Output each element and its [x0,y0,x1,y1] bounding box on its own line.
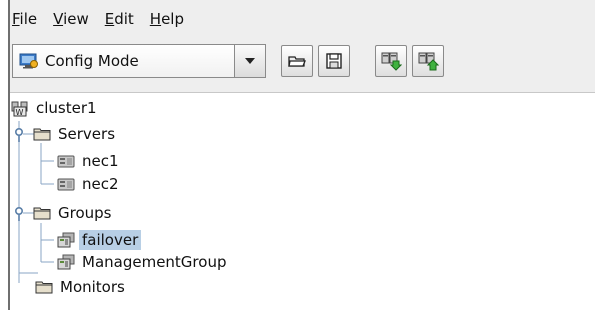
server-icon [56,152,76,170]
config-mode-icon [19,53,39,69]
toolbar: Config Mode [10,44,595,78]
menu-file-rest: ile [19,10,38,28]
menu-edit[interactable]: Edit [105,10,134,28]
tree-node-groups[interactable]: Groups [10,202,114,224]
svg-text:W: W [16,108,24,117]
mode-combobox-text: Config Mode [45,52,139,70]
folder-icon [32,125,52,143]
menu-view[interactable]: View [53,10,89,28]
menu-help[interactable]: Help [150,10,184,28]
open-folder-icon [288,56,306,67]
menu-file-mnemonic: F [12,10,20,28]
tree-node-monitors[interactable]: Monitors [34,276,128,298]
folder-icon [34,278,54,296]
menu-help-rest: elp [161,10,184,28]
save-icon [326,53,342,69]
group-management-label: ManagementGroup [82,253,227,271]
open-button[interactable] [281,45,313,77]
tree-node-server-nec1[interactable]: nec1 [56,150,122,172]
mode-combobox-value-area[interactable]: Config Mode [13,45,235,77]
download-servers-icon [381,52,402,71]
expanded-handle-icon [10,125,30,143]
menu-help-mnemonic: H [149,10,162,28]
mode-dropdown-arrow[interactable] [235,45,265,77]
tree-node-cluster[interactable]: W cluster1 [10,97,100,119]
download-config-button[interactable] [375,45,407,77]
cluster-tree: W cluster1 Servers nec1 nec2 Groups fail… [10,93,595,310]
menu-file[interactable]: File [12,10,37,28]
monitors-label: Monitors [60,278,125,296]
triangle-down-icon [245,58,255,64]
menu-edit-mnemonic: E [104,10,115,28]
mode-combobox[interactable]: Config Mode [12,44,266,78]
expanded-handle-icon [10,204,30,222]
cluster-icon: W [10,99,30,117]
group-icon [56,231,76,249]
menu-view-mnemonic: V [53,10,64,28]
save-button[interactable] [318,45,350,77]
upload-servers-icon [418,52,439,71]
server-nec2-label: nec2 [82,175,119,193]
folder-icon [32,204,52,222]
group-failover-label: failover [79,230,142,250]
tree-node-group-failover[interactable]: failover [56,229,142,251]
menubar: File View Edit Help [10,0,595,38]
tree-node-group-management[interactable]: ManagementGroup [56,251,229,273]
server-icon [56,175,76,193]
server-nec1-label: nec1 [82,152,119,170]
groups-label: Groups [58,204,112,222]
servers-label: Servers [58,125,116,143]
menu-view-rest: iew [63,10,89,28]
top-area: File View Edit Help Config Mode [10,0,595,92]
tree-node-servers[interactable]: Servers [10,123,118,145]
tree-node-server-nec2[interactable]: nec2 [56,173,122,195]
menu-edit-rest: dit [114,10,134,28]
upload-config-button[interactable] [412,45,444,77]
cluster-label: cluster1 [36,99,97,117]
group-icon [56,253,76,271]
